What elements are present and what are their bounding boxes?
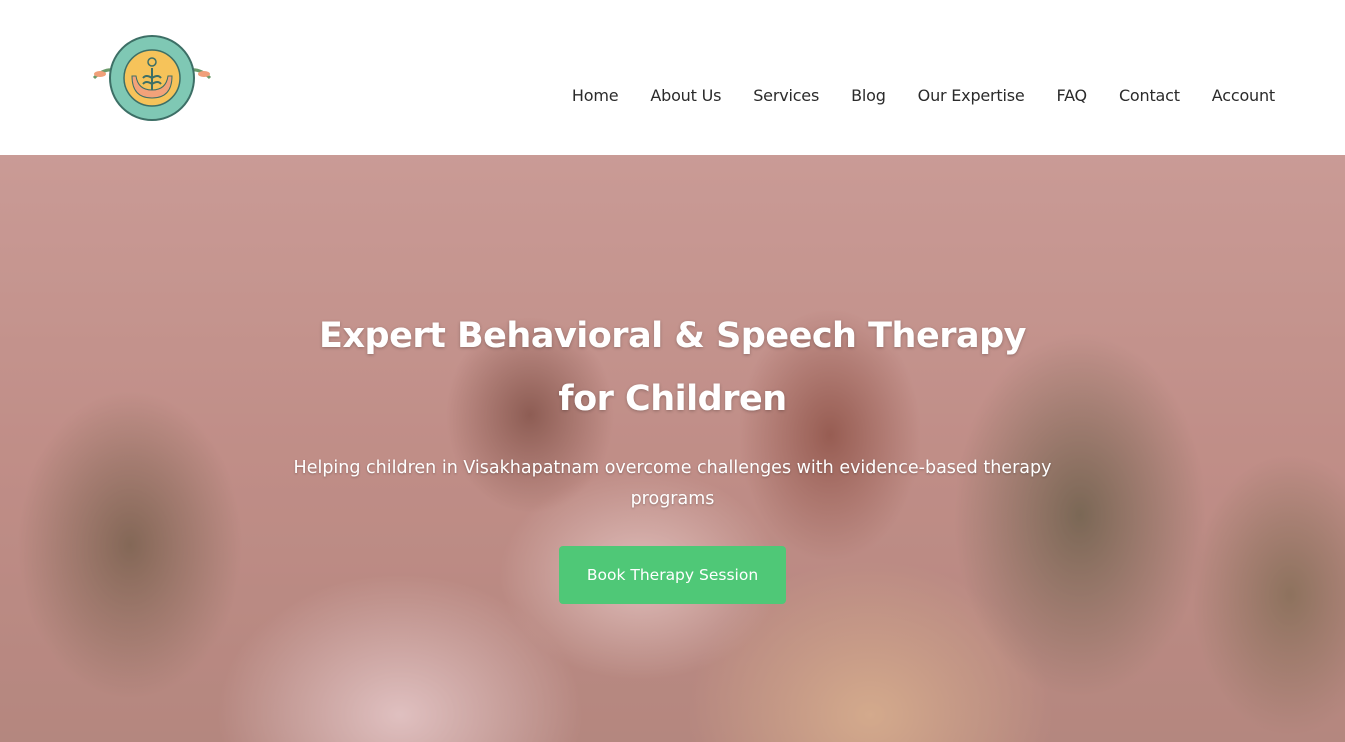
nav-contact[interactable]: Contact: [1119, 86, 1180, 105]
nav-our-expertise[interactable]: Our Expertise: [918, 86, 1025, 105]
book-therapy-session-button[interactable]: Book Therapy Session: [559, 546, 786, 604]
nav-about-us[interactable]: About Us: [650, 86, 721, 105]
nav-services[interactable]: Services: [753, 86, 819, 105]
hero-subtitle: Helping children in Visakhapatnam overco…: [293, 458, 1052, 509]
hero-title: Expert Behavioral & Speech Therapy for C…: [319, 316, 1026, 419]
hero-content: Expert Behavioral & Speech Therapy for C…: [0, 305, 1345, 604]
site-logo[interactable]: [86, 34, 218, 122]
logo-icon: [92, 35, 212, 121]
nav-faq[interactable]: FAQ: [1057, 86, 1088, 105]
hero-section: Expert Behavioral & Speech Therapy for C…: [0, 155, 1345, 742]
nav-blog[interactable]: Blog: [851, 86, 886, 105]
site-header: Home About Us Services Blog Our Expertis…: [0, 0, 1345, 155]
nav-home[interactable]: Home: [572, 86, 619, 105]
main-nav: Home About Us Services Blog Our Expertis…: [572, 86, 1275, 105]
nav-account[interactable]: Account: [1212, 86, 1275, 105]
